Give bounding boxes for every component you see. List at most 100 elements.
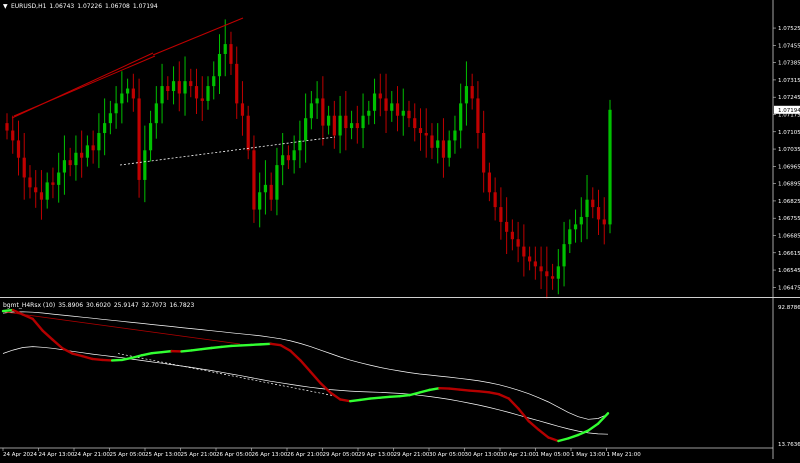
candle-body [155, 103, 158, 123]
rsx-segment [201, 348, 211, 349]
price-tick-label: 1.06685 [778, 233, 800, 239]
indicator-value-1: 35.8906 [58, 302, 83, 309]
rsx-segment [429, 388, 439, 390]
price-tick-label: 1.07455 [778, 43, 800, 49]
rsx-segment [340, 399, 350, 401]
rsx-segment [479, 391, 489, 392]
indicator-value-5: 16.7823 [169, 302, 194, 309]
rsx-segment [82, 356, 92, 359]
rsx-segment [529, 421, 539, 430]
price-tick-label: 1.06615 [778, 251, 800, 257]
time-tick-label: 25 Apr 21:00 [181, 452, 217, 458]
candle-body [316, 98, 319, 103]
candle-body [585, 200, 588, 217]
candle-body [608, 110, 611, 225]
candle-body [522, 247, 525, 257]
candle-body [281, 155, 284, 165]
symbol-label: EURUSD,H1 [11, 3, 46, 10]
rsx-segment [92, 359, 102, 360]
candle-body [28, 177, 31, 187]
candle-body [396, 103, 399, 115]
price-tick-label: 1.06475 [778, 285, 800, 291]
rsx-segment [43, 331, 53, 340]
candle-body [5, 123, 8, 130]
candle-body [86, 145, 89, 157]
time-tick-label: 25 Apr 13:00 [145, 452, 181, 458]
indicator-value-4: 32.7073 [142, 302, 167, 309]
candle-body [80, 153, 83, 158]
candle-body [212, 76, 215, 86]
rsx-segment [142, 353, 152, 355]
rsx-segment [251, 344, 261, 345]
candle-body [310, 103, 313, 118]
candle-body [333, 116, 336, 136]
candle-body [344, 116, 347, 128]
dropdown-arrow-icon[interactable]: ▼ [3, 3, 8, 10]
candle-body [74, 153, 77, 165]
candle-body [557, 266, 560, 278]
time-tick-label: 1 May 05:00 [536, 452, 571, 458]
rsx-segment [281, 345, 291, 351]
time-tick-label: 29 Apr 05:00 [323, 452, 359, 458]
rsx-segment [231, 345, 241, 346]
price-tick-label: 1.07315 [778, 78, 800, 84]
close-value: 1.07194 [133, 3, 158, 10]
candle-body [224, 44, 227, 54]
rsx-segment [548, 438, 558, 441]
chart-window[interactable]: 1.075251.074551.073851.073151.072451.071… [0, 0, 800, 459]
rsx-segment [261, 344, 271, 345]
candle-body [40, 192, 43, 199]
candle-body [97, 133, 100, 150]
candle-body [103, 123, 106, 133]
candle-body [528, 256, 531, 261]
candle-body [534, 261, 537, 266]
time-tick-label: 24 Apr 13:00 [39, 452, 75, 458]
rsx-segment [291, 351, 301, 361]
candle-body [218, 54, 221, 76]
candle-body [270, 185, 273, 200]
time-tick-label: 24 Apr 2024 [3, 452, 38, 458]
candle-body [539, 266, 542, 271]
rsx-segment [320, 383, 330, 393]
rsx-segment [72, 354, 82, 357]
candle-body [597, 207, 600, 219]
candle-body [568, 229, 571, 244]
rsx-segment [162, 351, 172, 352]
candle-body [350, 123, 353, 128]
rsx-segment [400, 395, 410, 396]
candle-body [448, 140, 451, 157]
price-tick-label: 1.07035 [778, 147, 800, 153]
candle-body [373, 93, 376, 110]
candle-body [361, 116, 364, 128]
rsx-segment [489, 392, 499, 394]
candle-body [562, 244, 565, 266]
trendline [14, 56, 155, 116]
chart-canvas[interactable]: 1.075251.074551.073851.073151.072451.071… [0, 0, 800, 459]
price-tick-label: 1.06965 [778, 164, 800, 170]
rsx-segment [191, 349, 201, 350]
rsx-segment [241, 345, 251, 346]
candle-body [476, 98, 479, 133]
rsx-segment [410, 393, 420, 396]
candle-body [482, 133, 485, 173]
rsx-segment [558, 438, 568, 441]
price-tick-label: 1.06895 [778, 182, 800, 188]
candle-body [367, 111, 370, 116]
candle-body [120, 93, 123, 103]
candle-body [304, 118, 307, 140]
rsx-segment [310, 372, 320, 383]
candle-body [390, 103, 393, 110]
candle-body [11, 131, 14, 141]
low-value: 1.06708 [105, 3, 130, 10]
candle-body [229, 44, 232, 64]
indicator-value-3: 25.9147 [114, 302, 139, 309]
candle-body [419, 128, 422, 133]
candle-body [149, 123, 152, 150]
indicator-pane [3, 310, 608, 441]
price-tick-label: 1.06545 [778, 268, 800, 274]
rsx-segment [182, 350, 192, 351]
dotted-trendline [120, 137, 335, 165]
candle-body [488, 173, 491, 193]
price-tick-label: 1.06755 [778, 216, 800, 222]
rsx-segment [459, 390, 469, 391]
